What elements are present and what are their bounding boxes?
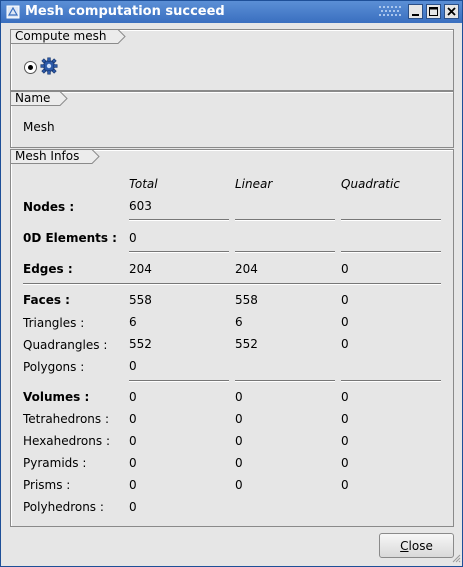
edges-quadratic: 0 — [341, 262, 349, 276]
close-mnemonic: C — [400, 538, 409, 553]
tetrahedrons-linear: 0 — [235, 412, 243, 426]
separator — [235, 251, 335, 253]
nodes-total: 603 — [129, 199, 152, 213]
compute-mesh-title: Compute mesh — [15, 29, 107, 43]
edges-label: Edges : — [23, 262, 73, 276]
minimize-icon — [412, 14, 419, 16]
maximize-button[interactable] — [426, 4, 441, 19]
elements0d-label: 0D Elements : — [23, 231, 117, 245]
separator — [129, 380, 229, 382]
hexahedrons-linear: 0 — [235, 434, 243, 448]
separator — [341, 219, 441, 221]
quadrangles-quadratic: 0 — [341, 337, 349, 351]
hexahedrons-quadratic: 0 — [341, 434, 349, 448]
prisms-quadratic: 0 — [341, 478, 349, 492]
separator — [341, 251, 441, 253]
volumes-label: Volumes : — [23, 390, 90, 404]
close-label-rest: lose — [408, 538, 433, 553]
elements0d-total: 0 — [129, 231, 137, 245]
mesh-computation-dialog: Mesh computation succeed Compute mesh Na… — [0, 0, 463, 567]
polyhedrons-total: 0 — [129, 500, 137, 514]
app-icon — [6, 5, 20, 19]
faces-quadratic: 0 — [341, 293, 349, 307]
header-linear: Linear — [235, 177, 273, 191]
title-bar[interactable]: Mesh computation succeed — [1, 1, 462, 23]
mesh-infos-title: Mesh Infos — [15, 149, 80, 163]
separator — [129, 219, 229, 221]
compute-mesh-group: Compute mesh — [10, 29, 454, 91]
quadrangles-label: Quadrangles : — [23, 338, 108, 352]
header-quadratic: Quadratic — [341, 177, 400, 191]
name-group: Name Mesh — [10, 91, 454, 148]
triangles-linear: 6 — [235, 315, 243, 329]
compute-radio-button[interactable] — [24, 61, 37, 74]
close-window-button[interactable] — [444, 4, 459, 19]
header-total: Total — [129, 177, 158, 191]
separator — [235, 219, 335, 221]
tetrahedrons-quadratic: 0 — [341, 412, 349, 426]
triangles-total: 6 — [129, 315, 137, 329]
minimize-button[interactable] — [408, 4, 423, 19]
volumes-quadratic: 0 — [341, 390, 349, 404]
pyramids-total: 0 — [129, 456, 137, 470]
faces-label: Faces : — [23, 293, 70, 307]
window-title: Mesh computation succeed — [25, 4, 225, 19]
triangles-label: Triangles : — [23, 316, 85, 330]
triangles-quadratic: 0 — [341, 315, 349, 329]
hexahedrons-total: 0 — [129, 434, 137, 448]
tetrahedrons-label: Tetrahedrons : — [23, 412, 109, 426]
gear-icon — [40, 57, 58, 75]
volumes-total: 0 — [129, 390, 137, 404]
quadrangles-linear: 552 — [235, 337, 258, 351]
volumes-linear: 0 — [235, 390, 243, 404]
prisms-total: 0 — [129, 478, 137, 492]
nodes-label: Nodes : — [23, 200, 75, 214]
pyramids-quadratic: 0 — [341, 456, 349, 470]
separator — [23, 283, 441, 285]
polygons-label: Polygons : — [23, 360, 85, 374]
pyramids-linear: 0 — [235, 456, 243, 470]
tetrahedrons-total: 0 — [129, 412, 137, 426]
edges-linear: 204 — [235, 262, 258, 276]
faces-linear: 558 — [235, 293, 258, 307]
edges-total: 204 — [129, 262, 152, 276]
titlebar-decoration — [379, 6, 401, 16]
mesh-name-value: Mesh — [23, 120, 55, 134]
prisms-linear: 0 — [235, 478, 243, 492]
separator — [129, 251, 229, 253]
mesh-infos-group: Mesh Infos Total Linear Quadratic Nodes … — [10, 149, 454, 527]
separator — [341, 380, 441, 382]
hexahedrons-label: Hexahedrons : — [23, 434, 110, 448]
pyramids-label: Pyramids : — [23, 456, 87, 470]
separator — [235, 380, 335, 382]
quadrangles-total: 552 — [129, 337, 152, 351]
prisms-label: Prisms : — [23, 478, 71, 492]
close-button[interactable]: Close — [379, 533, 454, 558]
polyhedrons-label: Polyhedrons : — [23, 500, 104, 514]
resize-grip-icon[interactable] — [451, 553, 461, 563]
polygons-total: 0 — [129, 359, 137, 373]
close-icon — [447, 7, 456, 16]
name-title: Name — [15, 91, 51, 105]
faces-total: 558 — [129, 293, 152, 307]
maximize-icon — [429, 7, 438, 16]
